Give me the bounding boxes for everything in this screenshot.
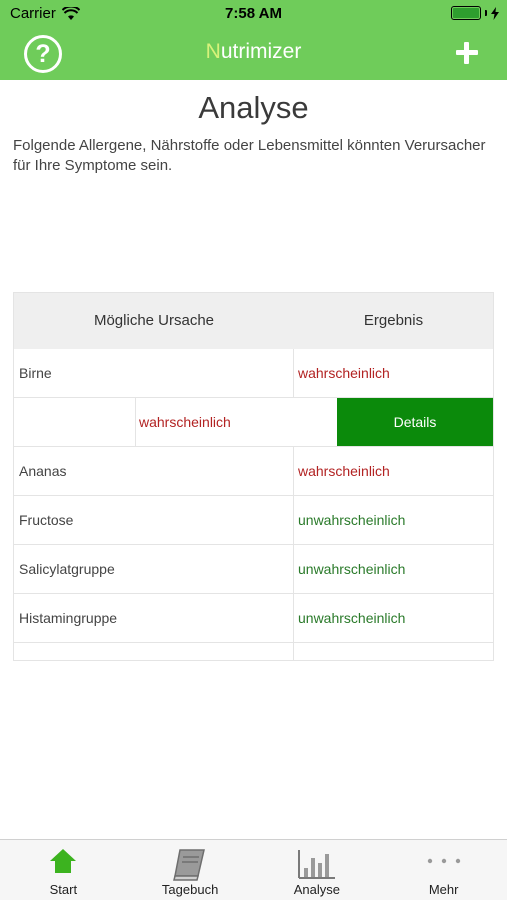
cause-cell: Salicylatgruppe: [14, 545, 294, 593]
result-cell: wahrscheinlich: [298, 365, 390, 381]
tab-bar: Start Tagebuch Analyse Mehr: [0, 839, 507, 900]
table-row-swiped[interactable]: wahrscheinlich Details: [14, 398, 493, 447]
battery-icon: [451, 6, 499, 20]
cause-cell: [14, 643, 294, 660]
charging-icon: [491, 6, 499, 20]
add-button[interactable]: [453, 39, 481, 67]
tab-label: Tagebuch: [161, 882, 219, 897]
result-cell: unwahrscheinlich: [298, 610, 406, 626]
cause-cell: Birne: [14, 349, 294, 397]
more-icon: [427, 858, 460, 864]
cause-cell: Fructose: [14, 496, 294, 544]
table-row[interactable]: Birne wahrscheinlich: [14, 349, 493, 398]
details-button[interactable]: Details: [337, 398, 493, 446]
app-title-rest: utrimizer: [220, 40, 302, 63]
table-row-partial[interactable]: [14, 643, 493, 660]
tab-label: Analyse: [293, 882, 340, 897]
result-cell: unwahrscheinlich: [298, 561, 406, 577]
tab-start[interactable]: Start: [0, 840, 127, 900]
tab-mehr[interactable]: Mehr: [380, 840, 507, 900]
header-cause: Mögliche Ursache: [93, 312, 215, 329]
page-title: Analyse: [198, 90, 309, 125]
result-cell: [294, 643, 493, 660]
tab-tagebuch[interactable]: Tagebuch: [127, 840, 254, 900]
result-cell: wahrscheinlich: [139, 414, 231, 430]
bar-chart-icon: [297, 850, 335, 879]
analysis-table: Mögliche Ursache Ergebnis Birne wahrsche…: [13, 292, 494, 661]
status-bar: Carrier 7:58 AM: [0, 0, 507, 28]
cause-cell: Ananas: [14, 447, 294, 495]
header-result: Ergebnis: [363, 312, 424, 329]
intro-text: Folgende Allergene, Nährstoffe oder Lebe…: [13, 137, 486, 174]
tab-label: Mehr: [428, 882, 459, 897]
table-header: Mögliche Ursache Ergebnis: [14, 293, 493, 349]
result-cell: wahrscheinlich: [298, 463, 390, 479]
nav-bar: ? Nutrimizer: [0, 28, 507, 80]
result-cell: unwahrscheinlich: [298, 512, 406, 528]
cause-cell: Histamingruppe: [14, 594, 294, 642]
table-row[interactable]: Fructose unwahrscheinlich: [14, 496, 493, 545]
book-icon: [173, 849, 206, 881]
table-row[interactable]: Salicylatgruppe unwahrscheinlich: [14, 545, 493, 594]
cause-cell: [14, 398, 136, 446]
table-row[interactable]: Histamingruppe unwahrscheinlich: [14, 594, 493, 643]
table-row[interactable]: Ananas wahrscheinlich: [14, 447, 493, 496]
tab-label: Start: [49, 882, 78, 897]
app-title: Nutrimizer: [0, 40, 507, 64]
clock: 7:58 AM: [225, 5, 282, 22]
app-title-initial: N: [205, 40, 221, 63]
tab-analyse[interactable]: Analyse: [254, 840, 381, 900]
home-icon: [50, 849, 77, 873]
